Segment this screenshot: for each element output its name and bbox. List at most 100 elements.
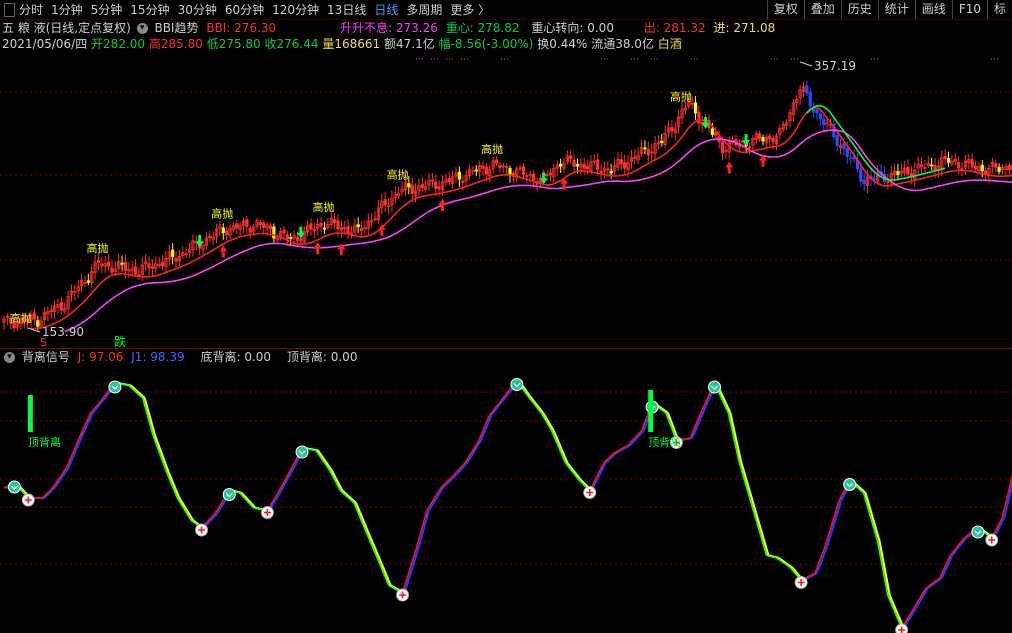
candle-body: [559, 163, 563, 167]
candle-body: [457, 171, 462, 180]
j1-line-segment: [330, 469, 344, 492]
top-turn-marker-icon: [843, 478, 857, 491]
j1-line-segment: [91, 399, 104, 414]
s-label: S: [40, 336, 47, 348]
j1-line-segment: [768, 554, 780, 560]
candle-body: [710, 128, 715, 135]
candle-body: [430, 179, 435, 182]
j-line-segment: [526, 395, 542, 414]
dropdown-circle-icon[interactable]: ▾: [4, 352, 15, 363]
candle-body: [805, 85, 809, 94]
top-turn-marker-icon: [295, 445, 309, 459]
candle-body: [299, 238, 303, 242]
lower-indicator-header: ▾ 背离信号 J: 97.06 J1: 98.39 底背离: 0.00 顶背离:…: [2, 349, 357, 365]
min-price-label: 153.90: [42, 325, 84, 339]
j-line-segment: [464, 440, 480, 464]
top-div-value: 顶背离: 0.00: [286, 350, 358, 364]
candle-body: [225, 230, 229, 236]
candle-body: [309, 223, 313, 230]
candle-body: [930, 164, 934, 167]
bottom-turn-marker-icon: [895, 623, 909, 633]
j-line-segment: [613, 444, 629, 454]
j-line-segment: [100, 382, 116, 401]
j-line-segment: [502, 380, 518, 399]
j-line-segment: [440, 477, 452, 489]
bottom-turn-plus-icon: [586, 489, 594, 496]
top-turn-marker-icon: [108, 380, 122, 394]
j-line-segment: [363, 527, 380, 561]
j1-line-segment: [864, 492, 881, 541]
candle-body: [859, 168, 863, 182]
bottom-turn-plus-icon: [672, 439, 680, 446]
j1-line-segment: [102, 382, 118, 402]
bottom-turn-plus-icon: [988, 536, 996, 544]
j-line-segment: [450, 462, 466, 479]
j-line-segment: [277, 467, 293, 494]
candle-body: [973, 165, 978, 170]
candle-body: [49, 309, 53, 313]
candle-body: [619, 159, 623, 165]
j1-line-segment: [979, 527, 995, 539]
j-line-segment: [339, 489, 355, 504]
j-line-segment: [79, 412, 92, 436]
j1-line-segment: [778, 557, 794, 569]
candle-body: [221, 227, 225, 233]
candle-body: [943, 155, 947, 159]
j-line-segment: [290, 447, 303, 469]
price-chart[interactable]: 高抛高抛 高抛高抛高抛高抛高抛357.19153.90跌S··· ··· ··· ···…: [0, 0, 1012, 348]
j1-line-segment: [268, 492, 281, 512]
top-dot-marker: ···: [845, 55, 854, 65]
j1-line-segment: [178, 497, 195, 522]
j-line-segment: [478, 415, 490, 441]
candle-body: [582, 164, 586, 169]
j1-line-segment: [590, 462, 607, 491]
top-turn-chevron-icon: [846, 483, 854, 488]
j-line-segment: [689, 405, 705, 439]
lower-indicator-title[interactable]: 背离信号: [22, 350, 70, 364]
candle-body: [575, 164, 580, 167]
j-line-segment: [51, 467, 68, 489]
j1-line-segment: [5, 482, 17, 489]
j-line-segment: [751, 507, 768, 556]
j1-line-segment: [403, 547, 420, 594]
top-turn-chevron-icon: [111, 385, 119, 390]
j-line-segment: [776, 557, 792, 569]
candle-body: [100, 263, 104, 267]
bottom-turn-plus-icon: [898, 626, 906, 633]
candle-body: [720, 141, 725, 154]
j1-line-segment: [240, 492, 257, 509]
top-turn-chevron-icon: [225, 493, 233, 498]
gaopao-label: 高抛: [86, 241, 108, 255]
top-dot-marker: ···: [790, 55, 799, 65]
top-turn-marker-icon: [510, 378, 524, 391]
j1-line-segment: [317, 449, 333, 472]
j-line-segment: [862, 492, 879, 541]
j1-line-segment: [67, 435, 84, 469]
candle-body: [946, 157, 951, 163]
bottom-turn-plus-icon: [24, 496, 32, 504]
top-turn-marker-icon: [971, 525, 985, 539]
j-line-segment: [315, 450, 331, 471]
j1-line-segment: [130, 384, 146, 399]
j1-line-segment: [452, 462, 468, 479]
j1-line-segment: [292, 447, 306, 469]
candle-body: [420, 184, 424, 188]
candle-body: [623, 162, 627, 169]
candle-body: [461, 180, 465, 184]
j-line-segment: [949, 537, 965, 556]
candle-body: [322, 227, 327, 230]
j1-line-segment: [552, 430, 569, 464]
candle-body: [481, 165, 485, 169]
j-line-segment: [800, 572, 816, 582]
j-line-segment: [65, 435, 81, 469]
candle-body: [572, 159, 576, 167]
j-line-segment: [239, 492, 255, 509]
candle-body: [849, 157, 853, 160]
j1-line-segment: [379, 560, 392, 586]
j1-line-segment: [566, 462, 583, 482]
candle-body: [862, 179, 866, 185]
candle-body: [110, 267, 114, 273]
j1-line-segment: [629, 429, 645, 447]
j1-line-segment: [153, 435, 170, 474]
candle-body: [248, 228, 252, 233]
